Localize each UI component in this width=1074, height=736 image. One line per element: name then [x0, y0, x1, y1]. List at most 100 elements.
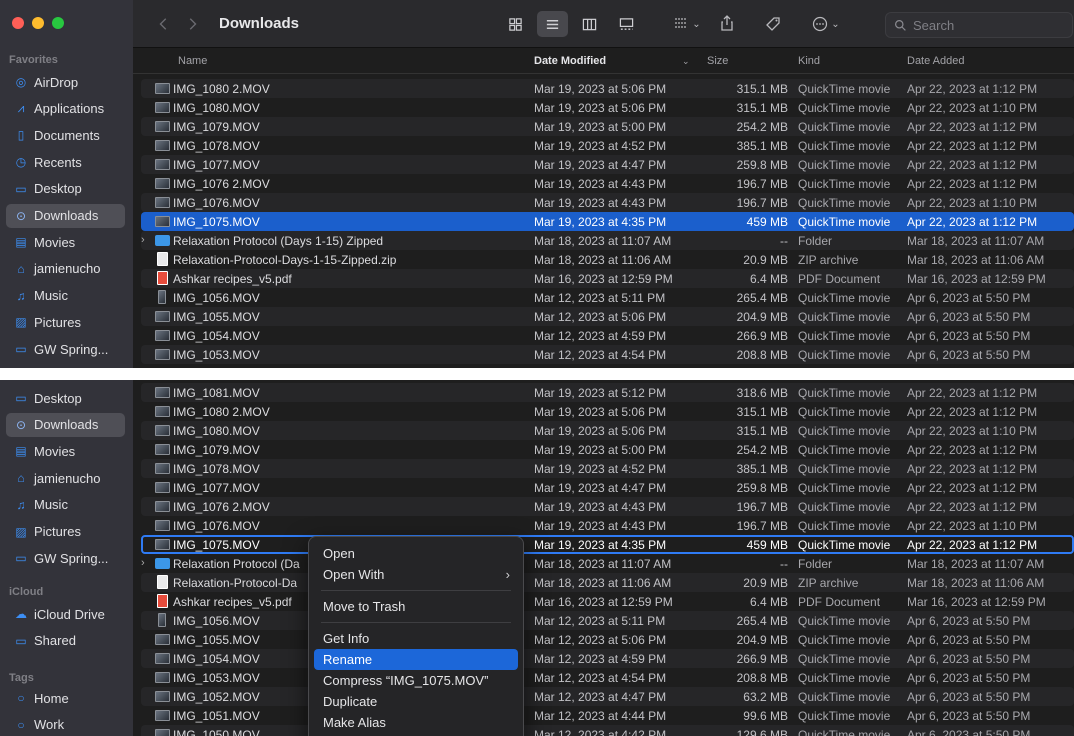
file-size: 6.4 MB	[749, 272, 788, 286]
table-row[interactable]: IMG_1079.MOV Mar 19, 2023 at 5:00 PM 254.2…	[141, 440, 1074, 459]
table-row[interactable]: IMG_1053.MOV Mar 12, 2023 at 4:54 PM 208.8…	[141, 345, 1074, 364]
table-row[interactable]: IMG_1055.MOV Mar 12, 2023 at 5:06 PM 204.9…	[141, 307, 1074, 326]
date-modified: Mar 12, 2023 at 5:11 PM	[534, 291, 666, 305]
sidebar-item-desktop[interactable]: ▭ Desktop	[6, 177, 125, 201]
table-row[interactable]: IMG_1076 2.MOV Mar 19, 2023 at 4:43 PM 196…	[141, 174, 1074, 193]
sidebar-item-pictures[interactable]: ▨ Pictures	[6, 310, 125, 334]
sidebar-item-documents[interactable]: ▯ Documents	[6, 123, 125, 147]
date-modified: Mar 16, 2023 at 12:59 PM	[534, 272, 673, 286]
video-file-icon	[155, 501, 170, 512]
sidebar-item-work[interactable]: ○ Work	[6, 713, 125, 736]
table-row[interactable]: › Relaxation Protocol (Da Mar 18, 2023 at …	[141, 554, 1074, 573]
sidebar-item-icloud-drive[interactable]: ☁ iCloud Drive	[6, 602, 125, 626]
sidebar-item-jamienucho[interactable]: ⌂ jamienucho	[6, 466, 125, 490]
table-row[interactable]: IMG_1055.MOV Mar 12, 2023 at 5:06 PM 204.9…	[141, 630, 1074, 649]
table-row[interactable]: IMG_1050.MOV Mar 12, 2023 at 4:42 PM 129.6…	[141, 725, 1074, 736]
column-view-icon[interactable]	[574, 11, 605, 37]
table-row[interactable]: IMG_1075.MOV Mar 19, 2023 at 4:35 PM 459 M…	[141, 535, 1074, 554]
table-row[interactable]: IMG_1056.MOV Mar 12, 2023 at 5:11 PM 265.4…	[141, 611, 1074, 630]
date-added: Apr 22, 2023 at 1:12 PM	[907, 139, 1038, 153]
menu-item-get-info[interactable]: Get Info	[314, 628, 518, 649]
chevron-right-icon: ›	[505, 567, 510, 582]
video-file-icon	[155, 216, 170, 227]
table-row[interactable]: IMG_1056.MOV Mar 12, 2023 at 5:11 PM 265.4…	[141, 288, 1074, 307]
sidebar-item-gw-spring[interactable]: ▭ GW Spring...	[6, 546, 125, 570]
sidebar-item-label: Movies	[34, 443, 76, 459]
column-size[interactable]: Size	[707, 55, 728, 67]
close-button[interactable]	[12, 17, 24, 29]
sidebar-item-airdrop[interactable]: ◎ AirDrop	[6, 70, 125, 94]
disclosure-triangle-icon[interactable]: ›	[141, 234, 145, 246]
list-view-icon[interactable]	[537, 11, 568, 37]
sidebar-item-movies[interactable]: ▤ Movies	[6, 230, 125, 254]
table-row[interactable]: IMG_1077.MOV Mar 19, 2023 at 4:47 PM 259.8…	[141, 155, 1074, 174]
sidebar-item-shared[interactable]: ▭ Shared	[6, 629, 125, 653]
share-icon[interactable]	[718, 13, 736, 33]
table-row[interactable]: IMG_1076.MOV Mar 19, 2023 at 4:43 PM 196.7…	[141, 516, 1074, 535]
sidebar-item-applications[interactable]: ⩘ Applications	[6, 97, 125, 121]
table-row[interactable]: IMG_1081.MOV Mar 19, 2023 at 5:12 PM 318.6…	[141, 383, 1074, 402]
menu-item-duplicate[interactable]: Duplicate	[314, 691, 518, 712]
table-row[interactable]: IMG_1078.MOV Mar 19, 2023 at 4:52 PM 385.1…	[141, 136, 1074, 155]
sidebar-item-label: Downloads	[34, 417, 99, 433]
minimize-button[interactable]	[32, 17, 44, 29]
more-actions-icon[interactable]: ⌄	[809, 14, 843, 34]
gallery-view-icon[interactable]	[611, 11, 642, 37]
table-row[interactable]: Ashkar recipes_v5.pdf Mar 16, 2023 at 12:…	[141, 269, 1074, 288]
sidebar-item-downloads[interactable]: ⊙ Downloads	[6, 203, 125, 228]
table-row[interactable]: › Relaxation Protocol (Days 1-15) Zipped M…	[141, 231, 1074, 250]
tag-icon[interactable]	[763, 14, 783, 34]
table-row[interactable]: IMG_1054.MOV Mar 12, 2023 at 4:59 PM 266.9…	[141, 326, 1074, 345]
menu-item-open[interactable]: Open	[314, 543, 518, 564]
column-date-modified[interactable]: Date Modified	[534, 55, 606, 67]
table-row[interactable]: IMG_1079.MOV Mar 19, 2023 at 5:00 PM 254.2…	[141, 117, 1074, 136]
menu-item-move-to-trash[interactable]: Move to Trash	[314, 596, 518, 617]
icon-view-icon[interactable]	[500, 11, 531, 37]
column-date-added[interactable]: Date Added	[907, 55, 965, 67]
search-field[interactable]: Search	[885, 12, 1073, 38]
back-arrow-icon[interactable]	[157, 15, 171, 33]
column-name[interactable]: Name	[178, 55, 207, 67]
forward-arrow-icon[interactable]	[185, 15, 199, 33]
sidebar-item-desktop[interactable]: ▭ Desktop	[6, 386, 125, 410]
date-added: Mar 18, 2023 at 11:07 AM	[907, 557, 1045, 571]
sidebar-item-downloads[interactable]: ⊙ Downloads	[6, 412, 125, 437]
table-row[interactable]: IMG_1076 2.MOV Mar 19, 2023 at 4:43 PM 196…	[141, 497, 1074, 516]
table-row[interactable]: IMG_1080.MOV Mar 19, 2023 at 5:06 PM 315.1…	[141, 98, 1074, 117]
sidebar-item-home[interactable]: ○ Home	[6, 686, 125, 710]
sidebar-item-pictures[interactable]: ▨ Pictures	[6, 520, 125, 544]
menu-item-open-with[interactable]: Open With ›	[314, 564, 518, 585]
table-row[interactable]: IMG_1051.MOV Mar 12, 2023 at 4:44 PM 99.6 …	[141, 706, 1074, 725]
group-by-icon[interactable]: ⌄	[670, 15, 704, 33]
date-added: Mar 18, 2023 at 11:06 AM	[907, 253, 1045, 267]
table-row[interactable]: IMG_1080.MOV Mar 19, 2023 at 5:06 PM 315.1…	[141, 421, 1074, 440]
table-row[interactable]: IMG_1052.MOV Mar 12, 2023 at 4:47 PM 63.2 …	[141, 687, 1074, 706]
sidebar-item-jamienucho[interactable]: ⌂ jamienucho	[6, 257, 125, 281]
sidebar-item-music[interactable]: ♫ Music	[6, 493, 125, 517]
menu-item-make-alias[interactable]: Make Alias	[314, 712, 518, 733]
disclosure-triangle-icon[interactable]: ›	[141, 557, 145, 569]
sidebar-item-recents[interactable]: ◷ Recents	[6, 150, 125, 174]
sidebar-item-gw-spring[interactable]: ▭ GW Spring...	[6, 337, 125, 361]
date-modified: Mar 19, 2023 at 5:12 PM	[534, 386, 667, 400]
menu-item-compress-img-1075-mov[interactable]: Compress “IMG_1075.MOV”	[314, 670, 518, 691]
table-row[interactable]: Relaxation-Protocol-Da Mar 18, 2023 at 11…	[141, 573, 1074, 592]
column-kind[interactable]: Kind	[798, 55, 820, 67]
table-row[interactable]: IMG_1053.MOV Mar 12, 2023 at 4:54 PM 208.8…	[141, 668, 1074, 687]
table-row[interactable]: IMG_1077.MOV Mar 19, 2023 at 4:47 PM 259.8…	[141, 478, 1074, 497]
table-row[interactable]: IMG_1080 2.MOV Mar 19, 2023 at 5:06 PM 315…	[141, 79, 1074, 98]
sidebar-item-music[interactable]: ♫ Music	[6, 284, 125, 308]
menu-item-rename[interactable]: Rename	[314, 649, 518, 670]
file-kind: QuickTime movie	[798, 652, 891, 666]
table-row[interactable]: IMG_1080 2.MOV Mar 19, 2023 at 5:06 PM 315…	[141, 402, 1074, 421]
sidebar-item-movies[interactable]: ▤ Movies	[6, 439, 125, 463]
zoom-button[interactable]	[52, 17, 64, 29]
table-row[interactable]: IMG_1054.MOV Mar 12, 2023 at 4:59 PM 266.9…	[141, 649, 1074, 668]
zip-file-icon	[157, 575, 168, 589]
table-row[interactable]: Ashkar recipes_v5.pdf Mar 16, 2023 at 12:…	[141, 592, 1074, 611]
table-row[interactable]: IMG_1076.MOV Mar 19, 2023 at 4:43 PM 196.7…	[141, 193, 1074, 212]
table-row[interactable]: IMG_1078.MOV Mar 19, 2023 at 4:52 PM 385.1…	[141, 459, 1074, 478]
table-row[interactable]: IMG_1075.MOV Mar 19, 2023 at 4:35 PM 459 M…	[141, 212, 1074, 231]
table-row[interactable]: Relaxation-Protocol-Days-1-15-Zipped.zip…	[141, 250, 1074, 269]
video-file-icon	[155, 653, 170, 664]
